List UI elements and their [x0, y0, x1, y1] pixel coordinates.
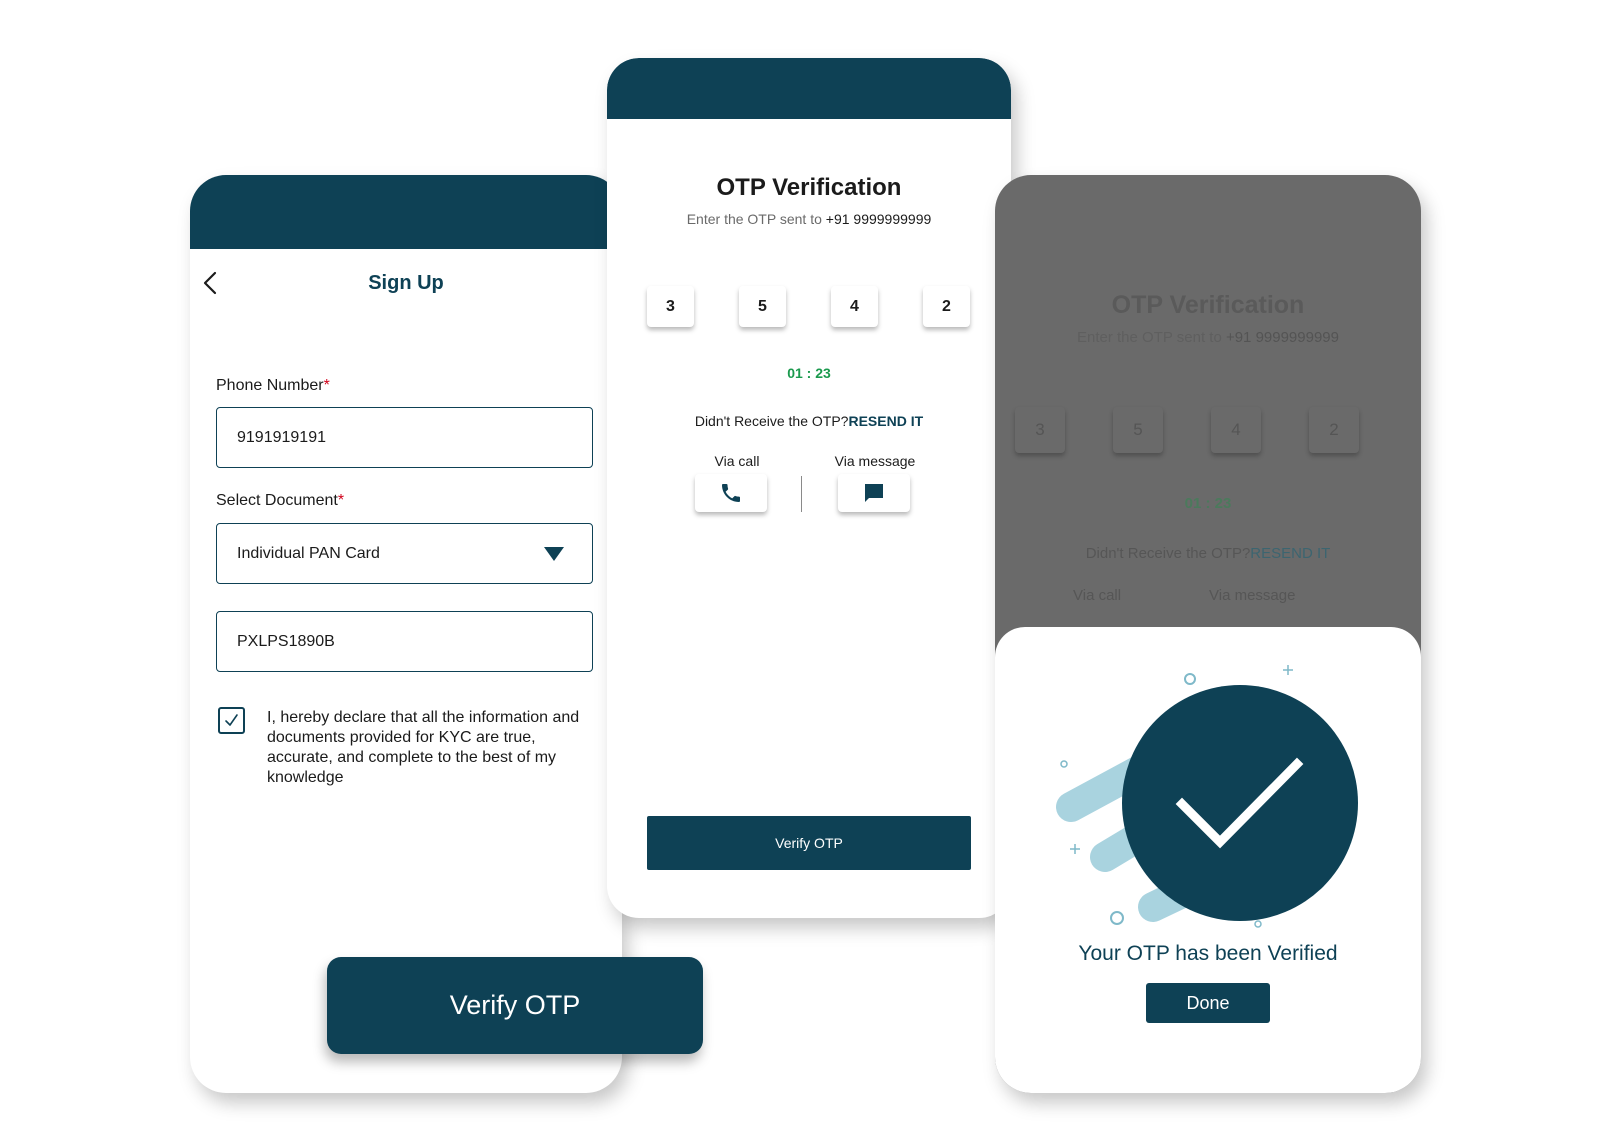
signup-header-bar: [190, 175, 622, 249]
document-select-value: Individual PAN Card: [237, 545, 380, 562]
pan-number-input[interactable]: [237, 612, 537, 671]
dimmed-otp-title: OTP Verification: [1111, 291, 1305, 319]
verified-bottom-sheet: Your OTP has been Verified Done: [995, 627, 1421, 1093]
signup-screen: Sign Up Phone Number* Select Document* I…: [190, 175, 622, 1093]
phone-number-label: Phone Number*: [216, 377, 330, 394]
resend-line: Didn't Receive the OTP?RESEND IT: [694, 413, 924, 429]
success-check-illustration: [1056, 665, 1358, 928]
verify-otp-button[interactable]: Verify OTP: [647, 816, 971, 870]
chat-bubble-icon: [865, 484, 883, 502]
dimmed-via-message-label: Via message: [1209, 587, 1296, 604]
resend-link[interactable]: RESEND IT: [848, 413, 923, 429]
phone-icon: [722, 484, 740, 502]
otp-verified-screen: OTP Verification Enter the OTP sent to +…: [995, 175, 1421, 1093]
via-divider: [801, 476, 802, 512]
verify-otp-large-button[interactable]: Verify OTP: [327, 957, 703, 1054]
otp-digit-box-1[interactable]: 3: [647, 286, 694, 327]
required-mark: *: [323, 377, 330, 394]
dimmed-otp-digit-4: 2: [1309, 407, 1359, 453]
dimmed-otp-digit-1: 3: [1015, 407, 1065, 453]
dimmed-timer: 01 : 23: [1184, 495, 1232, 512]
via-call-button[interactable]: [695, 474, 767, 512]
dimmed-otp-digit-2: 5: [1113, 407, 1163, 453]
required-mark: *: [337, 492, 345, 509]
declaration-text: I, hereby declare that all the informati…: [267, 709, 580, 786]
otp-title: OTP Verification: [716, 174, 902, 201]
via-call-label: Via call: [714, 453, 760, 469]
otp-countdown-timer: 01 : 23: [787, 365, 831, 381]
dropdown-triangle-icon[interactable]: [544, 547, 564, 561]
otp-subtitle: Enter the OTP sent to +91 9999999999: [686, 211, 932, 227]
verified-message: Your OTP has been Verified: [1078, 942, 1338, 965]
document-select[interactable]: Individual PAN Card: [216, 523, 593, 584]
otp-digit-box-3[interactable]: 4: [831, 286, 878, 327]
page-title: Sign Up: [368, 272, 444, 294]
checkmark-icon: [225, 714, 238, 726]
phone-number-field[interactable]: [216, 407, 593, 468]
select-document-label: Select Document*: [216, 492, 345, 509]
declaration-checkbox[interactable]: [218, 707, 245, 734]
otp-verification-screen: OTP Verification Enter the OTP sent to +…: [607, 58, 1011, 918]
via-message-label: Via message: [834, 453, 916, 469]
via-message-button[interactable]: [838, 474, 910, 512]
done-button[interactable]: Done: [1146, 983, 1270, 1023]
phone-number-input[interactable]: [237, 408, 537, 467]
otp-digit-box-2[interactable]: 5: [739, 286, 786, 327]
otp-phone-number: +91 9999999999: [825, 211, 932, 227]
otp-digit-box-4[interactable]: 2: [923, 286, 970, 327]
otp-header-bar: [607, 58, 1011, 119]
dimmed-otp-subtitle: Enter the OTP sent to +91 9999999999: [1076, 329, 1339, 346]
pan-number-field[interactable]: [216, 611, 593, 672]
dimmed-via-call-label: Via call: [1073, 587, 1122, 604]
dimmed-otp-digit-3: 4: [1211, 407, 1261, 453]
dimmed-resend-line: Didn't Receive the OTP?RESEND IT: [1085, 545, 1331, 562]
